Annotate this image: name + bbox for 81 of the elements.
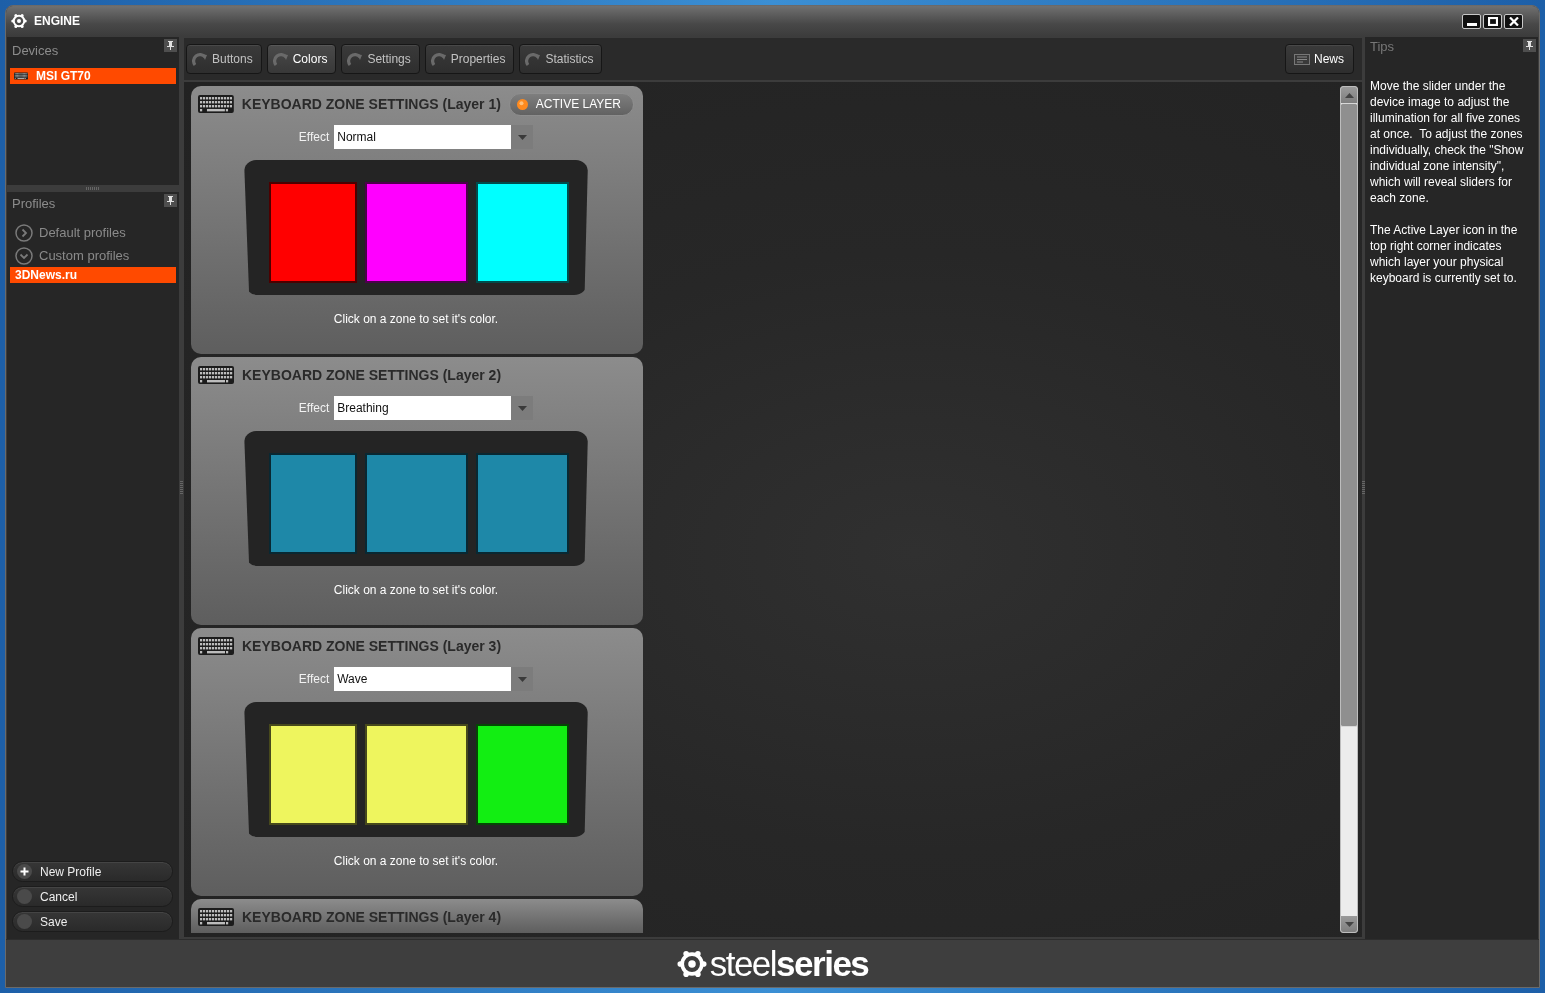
profile-group[interactable]: Custom profiles [10, 244, 176, 267]
caret-down-icon [1344, 921, 1354, 927]
pin-icon[interactable] [164, 39, 177, 52]
color-zone[interactable] [269, 724, 357, 825]
pin-icon[interactable] [164, 194, 177, 207]
scroll-up-button[interactable] [1341, 87, 1357, 103]
minimize-icon [1466, 22, 1477, 26]
curved-arrow-icon [525, 51, 542, 67]
keyboard-icon [198, 908, 234, 926]
zone-hint: Click on a zone to set it's color. [333, 853, 499, 869]
color-zone[interactable] [476, 724, 569, 825]
pin-icon[interactable] [1523, 39, 1536, 52]
curved-arrow-icon [272, 51, 289, 67]
zone-hint: Click on a zone to set it's color. [333, 582, 499, 598]
profile-action-button[interactable]: Cancel [12, 886, 173, 907]
color-zone[interactable] [365, 724, 468, 825]
close-button[interactable] [1504, 13, 1523, 29]
effect-label: Effect [298, 130, 330, 144]
keyboard-icon [198, 637, 234, 655]
tip-text: Move the slider under the device image to adjust the illumination for all five zones at once. To adjust the zones individually, check the "Show individual zone intensity", which will reveal sliders for each zone. [1370, 78, 1525, 206]
tab[interactable]: Buttons [186, 44, 262, 74]
panel-title: Tips [1370, 39, 1395, 55]
tab[interactable]: Colors [266, 44, 337, 74]
close-icon [1508, 16, 1519, 26]
brand-logo-icon [676, 948, 707, 979]
app-logo-icon [11, 13, 27, 29]
color-zone[interactable] [269, 182, 357, 283]
active-layer-badge: ACTIVE LAYER [508, 92, 634, 116]
tip-text: The Active Layer icon in the top right corner indicates which layer your physical keyboard is currently set to. [1370, 222, 1519, 286]
caret-icon [517, 676, 527, 682]
caret-icon [517, 134, 527, 140]
maximize-button[interactable] [1483, 13, 1502, 29]
newspaper-icon [1294, 53, 1310, 65]
effect-label: Effect [298, 401, 330, 415]
chevron-right-icon [15, 223, 33, 242]
curved-arrow-icon [430, 51, 447, 67]
panel-title: Devices [11, 43, 59, 59]
color-zone[interactable] [476, 453, 569, 554]
color-zone[interactable] [365, 453, 468, 554]
window-title: ENGINE [34, 14, 80, 28]
effect-dropdown[interactable]: Wave [334, 667, 534, 691]
caret-icon [517, 405, 527, 411]
brand-wordmark: steelseries [709, 944, 869, 983]
profile-action-button[interactable]: New Profile [12, 861, 173, 882]
curved-arrow-icon [347, 51, 364, 67]
splitter-grip-icon[interactable] [86, 187, 100, 190]
keyboard-icon [198, 95, 234, 113]
tab[interactable]: Statistics [519, 44, 603, 74]
effect-dropdown[interactable]: Breathing [334, 396, 534, 420]
color-zone[interactable] [269, 453, 357, 554]
scrollbar-thumb[interactable] [1341, 103, 1357, 727]
layer-title: KEYBOARD ZONE SETTINGS (Layer 3) [242, 638, 502, 654]
effect-label: Effect [298, 672, 330, 686]
color-zone[interactable] [476, 182, 569, 283]
color-zone[interactable] [365, 182, 468, 283]
profile-group[interactable]: Default profiles [10, 221, 176, 244]
caret-up-icon [1344, 92, 1354, 98]
status-dot-icon [516, 98, 528, 110]
splitter-grip-icon[interactable] [180, 481, 183, 495]
curved-arrow-icon [192, 51, 208, 67]
layer-title: KEYBOARD ZONE SETTINGS (Layer 4) [242, 909, 502, 925]
effect-dropdown[interactable]: Normal [334, 125, 534, 149]
splitter-grip-icon[interactable] [1362, 481, 1365, 495]
maximize-icon [1487, 16, 1498, 26]
circle-icon [17, 889, 32, 904]
scroll-down-button[interactable] [1341, 916, 1357, 932]
keyboard-icon [14, 72, 28, 80]
scrollbar-track[interactable] [1340, 86, 1358, 933]
chevron-down-icon [15, 246, 33, 265]
tab[interactable]: Settings [341, 44, 420, 74]
plus-icon [17, 864, 32, 879]
keyboard-icon [198, 366, 234, 384]
circle-icon [17, 914, 32, 929]
minimize-button[interactable] [1462, 13, 1481, 29]
zone-hint: Click on a zone to set it's color. [333, 311, 499, 327]
news-button[interactable]: News [1285, 44, 1354, 74]
panel-title: Profiles [11, 196, 56, 212]
profile-action-button[interactable]: Save [12, 911, 173, 932]
layer-title: KEYBOARD ZONE SETTINGS (Layer 2) [242, 367, 502, 383]
tab[interactable]: Properties [424, 44, 515, 74]
layer-title: KEYBOARD ZONE SETTINGS (Layer 1) [241, 96, 501, 112]
